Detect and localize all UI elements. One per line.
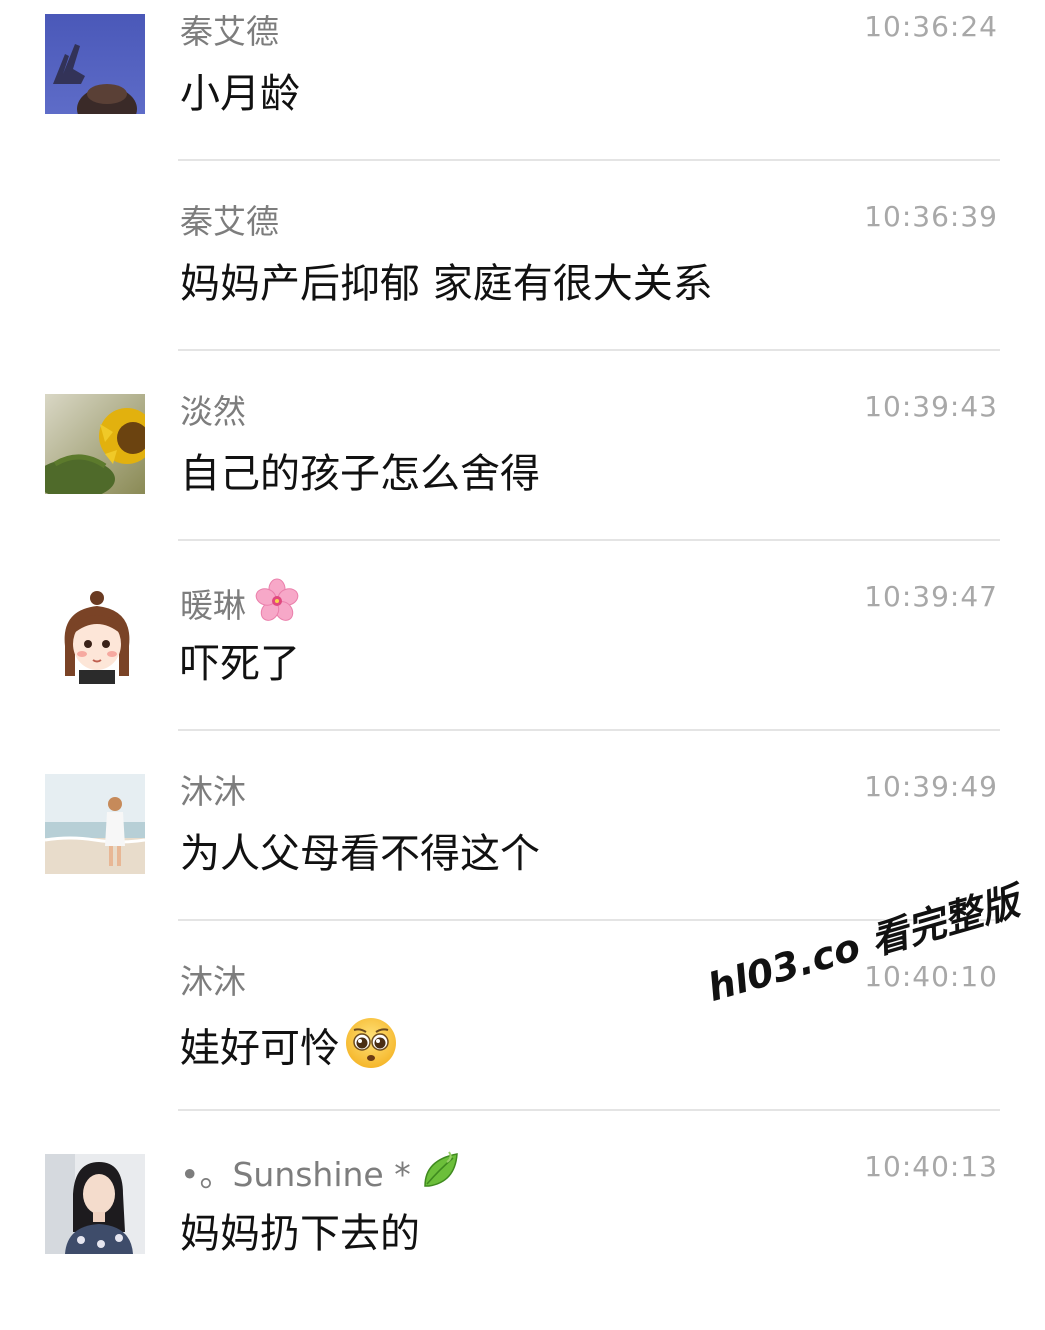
leaf-icon — [419, 1148, 463, 1205]
sender-name[interactable]: 沐沐 — [180, 958, 246, 1006]
message-time: 10:39:47 — [864, 580, 998, 613]
message-row: 秦艾德 10:36:24 小月龄 — [0, 0, 1045, 190]
sender-name[interactable]: 暖琳 — [180, 578, 300, 637]
message-row: 淡然 10:39:43 自己的孩子怎么舍得 — [0, 380, 1045, 570]
message-time: 10:40:13 — [864, 1150, 998, 1183]
divider — [178, 349, 1000, 351]
message-time: 10:39:49 — [864, 770, 998, 803]
sender-name[interactable]: 秦艾德 — [180, 198, 279, 246]
message-text[interactable]: 娃好可怜 — [180, 1016, 398, 1085]
message-text[interactable]: 吓死了 — [180, 636, 300, 692]
message-text[interactable]: 小月龄 — [180, 66, 300, 122]
divider — [178, 729, 1000, 731]
woman-photo-avatar-icon — [45, 1154, 145, 1254]
message-time: 10:36:39 — [864, 200, 998, 233]
message-row: 沐沐 10:40:10 娃好可怜 — [0, 950, 1045, 1140]
message-time: 10:36:24 — [864, 10, 998, 43]
divider — [178, 539, 1000, 541]
avatar[interactable] — [45, 584, 145, 684]
message-row: 暖琳 10:39:47 吓死了 — [0, 570, 1045, 760]
message-text[interactable]: 妈妈扔下去的 — [180, 1206, 420, 1262]
avatar[interactable] — [45, 774, 145, 874]
cherry-blossom-icon — [254, 578, 300, 637]
message-text[interactable]: 为人父母看不得这个 — [180, 826, 540, 882]
message-row: •。Sunshine * 10:40:13 妈妈扔下去的 — [0, 1140, 1045, 1330]
sender-name[interactable]: •。Sunshine * — [180, 1148, 463, 1205]
message-text[interactable]: 自己的孩子怎么舍得 — [180, 446, 540, 502]
avatar[interactable] — [45, 1154, 145, 1254]
sender-name[interactable]: 淡然 — [180, 388, 246, 436]
hand-peace-avatar-icon — [45, 14, 145, 114]
message-row: 秦艾德 10:36:39 妈妈产后抑郁 家庭有很大关系 — [0, 190, 1045, 380]
message-time: 10:40:10 — [864, 960, 998, 993]
divider — [178, 1109, 1000, 1111]
message-time: 10:39:43 — [864, 390, 998, 423]
avatar[interactable] — [45, 394, 145, 494]
pleading-face-icon — [344, 1016, 398, 1085]
cartoon-girl-avatar-icon — [45, 584, 145, 684]
sunflower-avatar-icon — [45, 394, 145, 494]
sender-name[interactable]: 秦艾德 — [180, 8, 279, 56]
sender-name[interactable]: 沐沐 — [180, 768, 246, 816]
avatar[interactable] — [45, 14, 145, 114]
beach-girl-avatar-icon — [45, 774, 145, 874]
divider — [178, 159, 1000, 161]
message-text[interactable]: 妈妈产后抑郁 家庭有很大关系 — [180, 256, 713, 312]
